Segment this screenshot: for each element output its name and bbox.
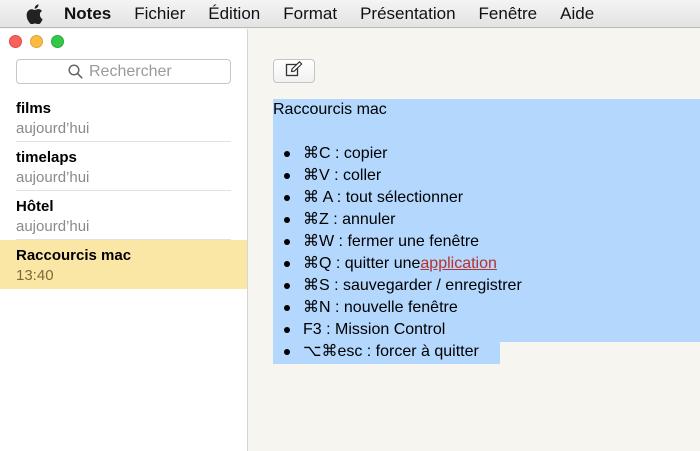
note-item-hotel[interactable]: Hôtel aujourd’hui	[0, 191, 247, 240]
bullet-icon	[284, 195, 290, 201]
bullet-icon	[284, 349, 290, 355]
list-item: ⌘V : coller	[273, 165, 700, 187]
note-title: Hôtel	[16, 198, 54, 215]
search-input[interactable]	[89, 62, 179, 81]
list-item-text: ⌘S : sauvegarder / enregistrer	[303, 277, 522, 294]
list-item: ⌘S : sauvegarder / enregistrer	[273, 275, 700, 297]
note-item-raccourcis-mac[interactable]: Raccourcis mac 13:40	[0, 240, 247, 289]
list-item-text: ⌥⌘esc : forcer à quitter	[303, 343, 479, 360]
notes-list: films aujourd’hui timelaps aujourd’hui H…	[0, 93, 247, 289]
search-icon	[68, 64, 83, 79]
list-item: ⌘Q : quitter une application	[273, 253, 700, 275]
note-date: 13:40	[16, 267, 54, 284]
search-box[interactable]	[16, 59, 231, 84]
bullet-icon	[284, 305, 290, 311]
bullet-icon	[284, 261, 290, 267]
note-title: Raccourcis mac	[16, 247, 132, 264]
note-title: timelaps	[16, 149, 77, 166]
list-item-text: ⌘Q : quitter une	[303, 255, 421, 272]
sidebar: films aujourd’hui timelaps aujourd’hui H…	[0, 29, 248, 451]
menu-app-notes[interactable]: Notes	[64, 4, 111, 24]
bullet-icon	[284, 217, 290, 223]
list-item-text: ⌘Z : annuler	[303, 211, 396, 228]
note-title: films	[16, 100, 52, 117]
menu-bar: Notes Fichier Édition Format Présentatio…	[0, 0, 700, 28]
shortcut-list: ⌘C : copier ⌘V : coller ⌘ A : tout sélec…	[273, 143, 700, 363]
menu-aide[interactable]: Aide	[560, 4, 594, 24]
bullet-icon	[284, 283, 290, 289]
list-item-text: ⌘W : fermer une fenêtre	[303, 233, 480, 250]
minimize-button[interactable]	[30, 35, 43, 48]
compose-button[interactable]	[273, 59, 315, 83]
compose-icon	[285, 60, 303, 82]
note-editor[interactable]: Raccourcis mac ⌘C : copier ⌘V : coller ⌘…	[249, 29, 700, 451]
close-button[interactable]	[9, 35, 22, 48]
note-heading: Raccourcis mac	[273, 101, 387, 118]
list-item-text: ⌘N : nouvelle fenêtre	[303, 299, 458, 316]
bullet-icon	[284, 173, 290, 179]
list-item: ⌘C : copier	[273, 143, 700, 165]
menu-format[interactable]: Format	[283, 4, 337, 24]
list-item: ⌘W : fermer une fenêtre	[273, 231, 700, 253]
menu-fichier[interactable]: Fichier	[134, 4, 185, 24]
list-item: ⌥⌘esc : forcer à quitter	[273, 341, 700, 363]
menu-presentation[interactable]: Présentation	[360, 4, 455, 24]
window-controls	[9, 35, 64, 48]
note-date: aujourd’hui	[16, 218, 90, 235]
note-item-films[interactable]: films aujourd’hui	[0, 93, 247, 142]
note-date: aujourd’hui	[16, 169, 90, 186]
menu-fenetre[interactable]: Fenêtre	[479, 4, 538, 24]
note-item-timelaps[interactable]: timelaps aujourd’hui	[0, 142, 247, 191]
zoom-button[interactable]	[51, 35, 64, 48]
list-item-text: ⌘C : copier	[303, 145, 388, 162]
bullet-icon	[284, 151, 290, 157]
list-item: ⌘Z : annuler	[273, 209, 700, 231]
list-item: ⌘ A : tout sélectionner	[273, 187, 700, 209]
note-date: aujourd’hui	[16, 120, 90, 137]
list-item-text: ⌘V : coller	[303, 167, 382, 184]
note-body[interactable]: Raccourcis mac ⌘C : copier ⌘V : coller ⌘…	[273, 99, 700, 364]
list-item-text: F3 : Mission Control	[303, 321, 446, 338]
bullet-icon	[284, 239, 290, 245]
note-content: Raccourcis mac ⌘C : copier ⌘V : coller ⌘…	[273, 99, 700, 363]
list-item: F3 : Mission Control	[273, 319, 700, 341]
list-item: ⌘N : nouvelle fenêtre	[273, 297, 700, 319]
apple-icon[interactable]	[26, 3, 46, 25]
menu-edition[interactable]: Édition	[208, 4, 260, 24]
list-item-text: ⌘ A : tout sélectionner	[303, 189, 464, 206]
bullet-icon	[284, 327, 290, 333]
application-link[interactable]: application	[420, 253, 497, 275]
notes-window: films aujourd’hui timelaps aujourd’hui H…	[0, 29, 700, 451]
